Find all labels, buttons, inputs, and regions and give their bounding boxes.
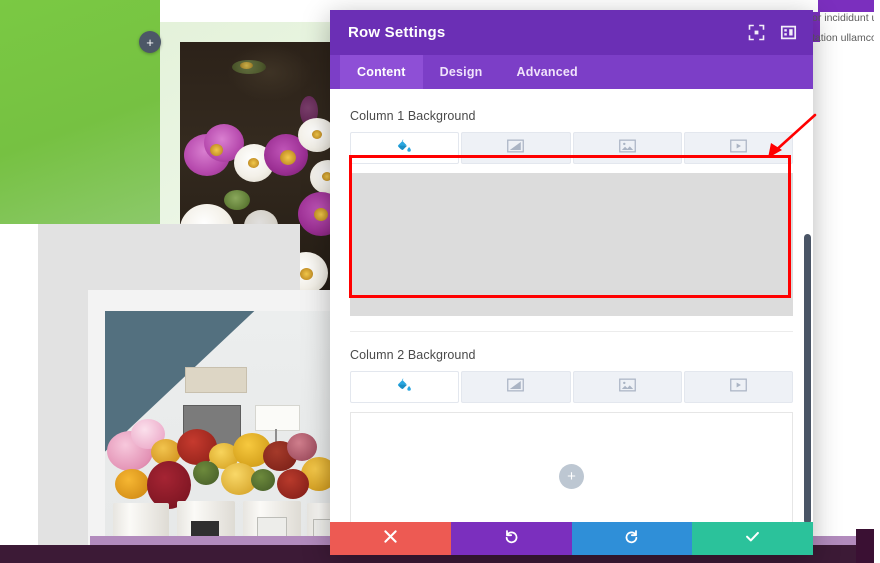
modal-body: Column 1 Background Column 2 Background …	[330, 89, 813, 522]
column-2-background-empty-area[interactable]: +	[350, 412, 793, 522]
background-color-tab[interactable]	[350, 371, 460, 403]
section-column-1-background: Column 1 Background	[350, 109, 793, 316]
background-image-tab[interactable]	[572, 132, 682, 164]
add-background-button[interactable]: +	[559, 463, 584, 489]
modal-header-actions	[747, 24, 797, 42]
column-1-background-label: Column 1 Background	[350, 109, 476, 123]
image-icon	[618, 378, 636, 397]
add-row-button[interactable]: +	[139, 31, 161, 53]
background-image-tab[interactable]	[572, 371, 682, 403]
flower-photo-bottom	[105, 311, 340, 563]
redo-button[interactable]	[571, 522, 693, 555]
cancel-button[interactable]	[330, 522, 451, 555]
layout-columns-icon[interactable]	[779, 24, 797, 42]
tab-content[interactable]: Content	[340, 55, 423, 89]
plus-icon: +	[567, 467, 576, 485]
background-video-tab[interactable]	[683, 132, 793, 164]
column-1-background-color-swatch[interactable]	[350, 173, 793, 316]
tab-advanced[interactable]: Advanced	[500, 55, 595, 89]
close-icon	[384, 530, 397, 547]
video-icon	[730, 378, 747, 397]
body-text-right: or incididunt ut tation ullamco	[812, 8, 880, 48]
section-divider	[350, 331, 793, 332]
modal-title: Row Settings	[348, 24, 446, 41]
green-column-background	[0, 0, 160, 224]
background-gradient-tab[interactable]	[461, 371, 571, 403]
body-text-line-1: or incididunt ut	[812, 12, 880, 24]
background-color-tab[interactable]	[350, 132, 460, 164]
section-column-2-background: Column 2 Background +	[350, 348, 793, 522]
modal-tab-bar: Content Design Advanced	[330, 55, 813, 89]
image-icon	[618, 139, 636, 158]
paint-bucket-icon	[397, 138, 412, 158]
modal-header: Row Settings	[330, 10, 813, 55]
page-right-margin	[874, 0, 880, 563]
background-video-tab[interactable]	[683, 371, 793, 403]
column-1-background-type-tabs	[350, 132, 793, 164]
redo-icon	[624, 529, 639, 548]
plus-icon: +	[146, 34, 154, 50]
modal-footer	[330, 522, 813, 555]
gradient-icon	[507, 378, 525, 397]
save-button[interactable]	[692, 522, 813, 555]
column-2-background-label: Column 2 Background	[350, 348, 476, 362]
gradient-icon	[507, 139, 525, 158]
paint-bucket-icon	[397, 377, 412, 397]
video-icon	[730, 139, 747, 158]
undo-button[interactable]	[450, 522, 572, 555]
body-text-line-2: tation ullamco	[812, 32, 877, 44]
row-settings-modal: Row Settings Content Design Advanced Col…	[330, 10, 813, 555]
column-2-background-type-tabs	[350, 371, 793, 403]
screenshot-stage: or incididunt ut tation ullamco + Row Se…	[0, 0, 880, 563]
undo-icon	[504, 529, 519, 548]
tab-design[interactable]: Design	[423, 55, 500, 89]
background-gradient-tab[interactable]	[461, 132, 571, 164]
modal-scrollbar[interactable]	[804, 234, 811, 522]
check-icon	[745, 529, 760, 548]
focus-icon[interactable]	[747, 24, 765, 42]
